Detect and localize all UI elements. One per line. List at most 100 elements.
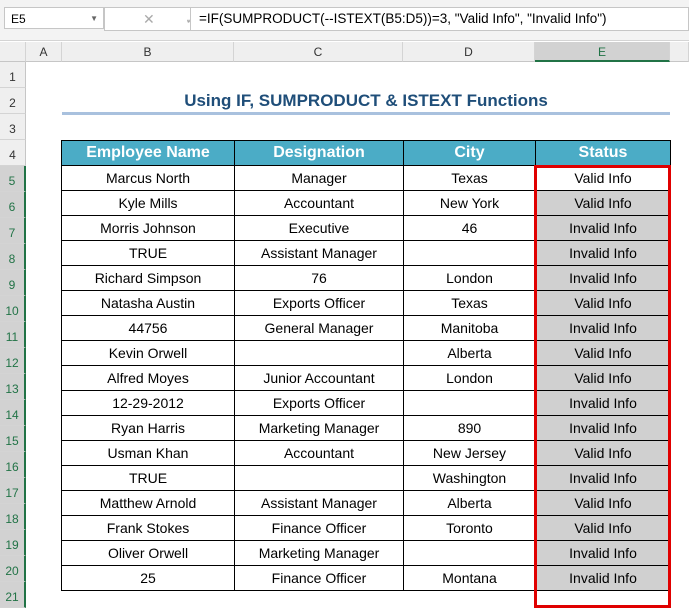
designation-cell[interactable]: Finance Officer	[234, 515, 404, 541]
employee-name-cell[interactable]: Kyle Mills	[61, 190, 235, 216]
city-cell[interactable]: London	[403, 265, 536, 291]
designation-cell[interactable]: Manager	[234, 165, 404, 191]
employee-name-cell[interactable]: Matthew Arnold	[61, 490, 235, 516]
header-city[interactable]: City	[403, 140, 536, 166]
city-cell[interactable]: Manitoba	[403, 315, 536, 341]
row-header-17[interactable]: 17	[0, 478, 26, 504]
employee-name-cell[interactable]: Morris Johnson	[61, 215, 235, 241]
row-header-15[interactable]: 15	[0, 426, 26, 452]
row-header-14[interactable]: 14	[0, 400, 26, 426]
employee-name-cell[interactable]: 12-29-2012	[61, 390, 235, 416]
header-status[interactable]: Status	[535, 140, 671, 166]
row-header-11[interactable]: 11	[0, 322, 26, 348]
column-header-b[interactable]: B	[62, 42, 234, 62]
row-header-20[interactable]: 20	[0, 556, 26, 582]
column-header-f[interactable]	[670, 42, 689, 62]
row-header-16[interactable]: 16	[0, 452, 26, 478]
header-employee-name[interactable]: Employee Name	[61, 140, 235, 166]
employee-name-cell[interactable]: 44756	[61, 315, 235, 341]
city-cell[interactable]: Texas	[403, 165, 536, 191]
city-cell[interactable]: Toronto	[403, 515, 536, 541]
city-cell[interactable]: 46	[403, 215, 536, 241]
employee-name-cell[interactable]: Ryan Harris	[61, 415, 235, 441]
name-box[interactable]: E5 ▼	[4, 7, 104, 29]
status-cell[interactable]: Invalid Info	[535, 540, 671, 566]
status-cell[interactable]: Invalid Info	[535, 315, 671, 341]
employee-name-cell[interactable]: Kevin Orwell	[61, 340, 235, 366]
designation-cell[interactable]: Accountant	[234, 190, 404, 216]
designation-cell[interactable]: Junior Accountant	[234, 365, 404, 391]
employee-name-cell[interactable]: Richard Simpson	[61, 265, 235, 291]
employee-name-cell[interactable]: Natasha Austin	[61, 290, 235, 316]
city-cell[interactable]	[403, 390, 536, 416]
row-header-21[interactable]: 21	[0, 582, 26, 608]
row-header-7[interactable]: 7	[0, 218, 26, 244]
header-designation[interactable]: Designation	[234, 140, 404, 166]
city-cell[interactable]	[403, 240, 536, 266]
status-cell[interactable]: Valid Info	[535, 490, 671, 516]
row-header-1[interactable]: 1	[0, 62, 26, 88]
designation-cell[interactable]: Exports Officer	[234, 290, 404, 316]
column-header-a[interactable]: A	[26, 42, 62, 62]
status-cell[interactable]: Invalid Info	[535, 465, 671, 491]
designation-cell[interactable]: Marketing Manager	[234, 540, 404, 566]
city-cell[interactable]: Texas	[403, 290, 536, 316]
column-header-e[interactable]: E	[535, 42, 670, 62]
designation-cell[interactable]: Marketing Manager	[234, 415, 404, 441]
designation-cell[interactable]: Executive	[234, 215, 404, 241]
column-header-c[interactable]: C	[234, 42, 403, 62]
row-header-12[interactable]: 12	[0, 348, 26, 374]
employee-name-cell[interactable]: TRUE	[61, 240, 235, 266]
city-cell[interactable]: New Jersey	[403, 440, 536, 466]
status-cell[interactable]: Invalid Info	[535, 565, 671, 591]
status-cell[interactable]: Invalid Info	[535, 265, 671, 291]
status-cell[interactable]: Valid Info	[535, 340, 671, 366]
row-header-19[interactable]: 19	[0, 530, 26, 556]
city-cell[interactable]: Montana	[403, 565, 536, 591]
designation-cell[interactable]: Exports Officer	[234, 390, 404, 416]
designation-cell[interactable]: Assistant Manager	[234, 490, 404, 516]
city-cell[interactable]: 890	[403, 415, 536, 441]
status-cell[interactable]: Valid Info	[535, 165, 671, 191]
column-header-d[interactable]: D	[403, 42, 535, 62]
employee-name-cell[interactable]: Frank Stokes	[61, 515, 235, 541]
city-cell[interactable]: London	[403, 365, 536, 391]
employee-name-cell[interactable]: Marcus North	[61, 165, 235, 191]
status-cell[interactable]: Valid Info	[535, 190, 671, 216]
row-header-3[interactable]: 3	[0, 114, 26, 140]
employee-name-cell[interactable]: Usman Khan	[61, 440, 235, 466]
formula-input[interactable]: =IF(SUMPRODUCT(--ISTEXT(B5:D5))=3, "Vali…	[190, 7, 689, 31]
city-cell[interactable]	[403, 540, 536, 566]
status-cell[interactable]: Valid Info	[535, 515, 671, 541]
row-header-4[interactable]: 4	[0, 140, 26, 166]
employee-name-cell[interactable]: Oliver Orwell	[61, 540, 235, 566]
designation-cell[interactable]: Accountant	[234, 440, 404, 466]
select-all-corner[interactable]	[0, 42, 26, 62]
designation-cell[interactable]	[234, 465, 404, 491]
status-cell[interactable]: Invalid Info	[535, 215, 671, 241]
city-cell[interactable]: Alberta	[403, 340, 536, 366]
chevron-down-icon[interactable]: ▼	[90, 8, 98, 30]
employee-name-cell[interactable]: 25	[61, 565, 235, 591]
row-header-2[interactable]: 2	[0, 88, 26, 114]
row-header-10[interactable]: 10	[0, 296, 26, 322]
city-cell[interactable]: New York	[403, 190, 536, 216]
designation-cell[interactable]	[234, 340, 404, 366]
row-header-18[interactable]: 18	[0, 504, 26, 530]
row-header-5[interactable]: 5	[0, 166, 26, 192]
status-cell[interactable]: Valid Info	[535, 290, 671, 316]
designation-cell[interactable]: 76	[234, 265, 404, 291]
status-cell[interactable]: Valid Info	[535, 440, 671, 466]
city-cell[interactable]: Washington	[403, 465, 536, 491]
row-header-13[interactable]: 13	[0, 374, 26, 400]
status-cell[interactable]: Valid Info	[535, 365, 671, 391]
row-header-9[interactable]: 9	[0, 270, 26, 296]
row-header-8[interactable]: 8	[0, 244, 26, 270]
designation-cell[interactable]: Finance Officer	[234, 565, 404, 591]
employee-name-cell[interactable]: TRUE	[61, 465, 235, 491]
cancel-icon[interactable]: ✕	[143, 11, 155, 28]
status-cell[interactable]: Invalid Info	[535, 390, 671, 416]
status-cell[interactable]: Invalid Info	[535, 240, 671, 266]
city-cell[interactable]: Alberta	[403, 490, 536, 516]
designation-cell[interactable]: Assistant Manager	[234, 240, 404, 266]
